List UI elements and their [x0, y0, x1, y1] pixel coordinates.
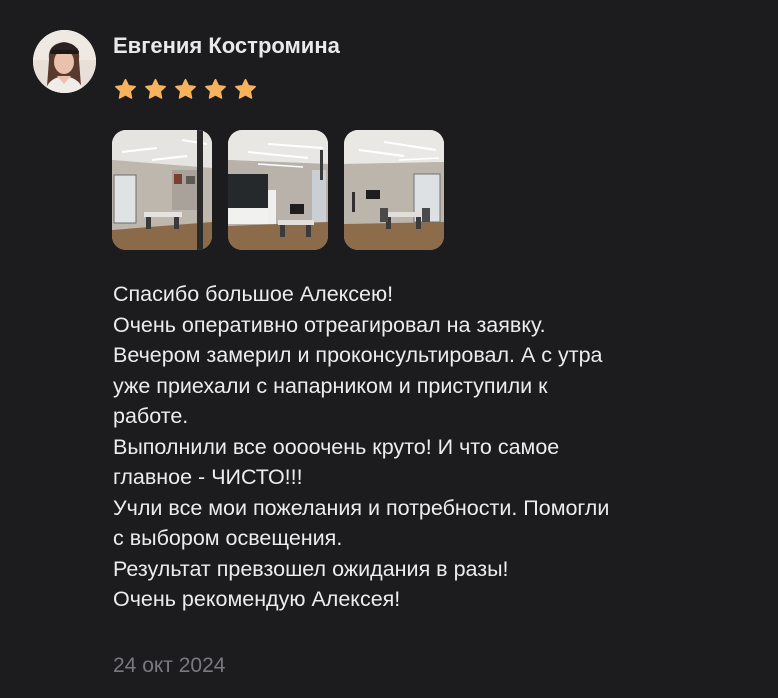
- review-text-line: Очень оперативно отреагировал на заявку.: [113, 312, 546, 337]
- review-text-line: Учли все мои пожелания и потребности. По…: [113, 495, 610, 520]
- rating-stars: [113, 77, 258, 102]
- interior-photo-icon: [228, 130, 328, 250]
- review-text-line: Результат превзошел ожидания в разы!: [113, 556, 509, 581]
- review-text-line: Очень рекомендую Алексея!: [113, 587, 401, 611]
- star-icon: [115, 78, 136, 99]
- user-photo-icon: [33, 30, 96, 93]
- review-text-line: Вечером замерил и проконсультировал. А с…: [113, 343, 603, 367]
- star-icon: [235, 78, 256, 99]
- review-date: 24 окт 2024: [113, 654, 226, 677]
- star-icon: [145, 78, 166, 99]
- author-avatar[interactable]: [33, 30, 96, 93]
- review-text-line: уже приехали с напарником и приступили к: [113, 373, 548, 398]
- interior-photo-icon: [344, 130, 444, 250]
- star-icon: [205, 78, 226, 99]
- review-text-line: Выполнили все оооочень круто! И что само…: [113, 434, 560, 459]
- review-text-line: главное - ЧИСТО!!!: [113, 465, 303, 489]
- review-photo-1[interactable]: [112, 130, 212, 250]
- review-text-line: Спасибо большое Алексею!: [113, 282, 394, 306]
- review-text-line: работе.: [113, 404, 189, 428]
- review-photo-2[interactable]: [228, 130, 328, 250]
- review-text: Спасибо большое Алексею! Очень оперативн…: [113, 279, 763, 615]
- review-card: Евгения Костромина Спасибо большое Алекс…: [0, 0, 778, 698]
- review-photos: [112, 130, 444, 250]
- review-photo-3[interactable]: [344, 130, 444, 250]
- review-text-line: с выбором освещения.: [113, 526, 343, 550]
- star-icon: [175, 78, 196, 99]
- author-name[interactable]: Евгения Костромина: [113, 33, 340, 59]
- interior-photo-icon: [112, 130, 212, 250]
